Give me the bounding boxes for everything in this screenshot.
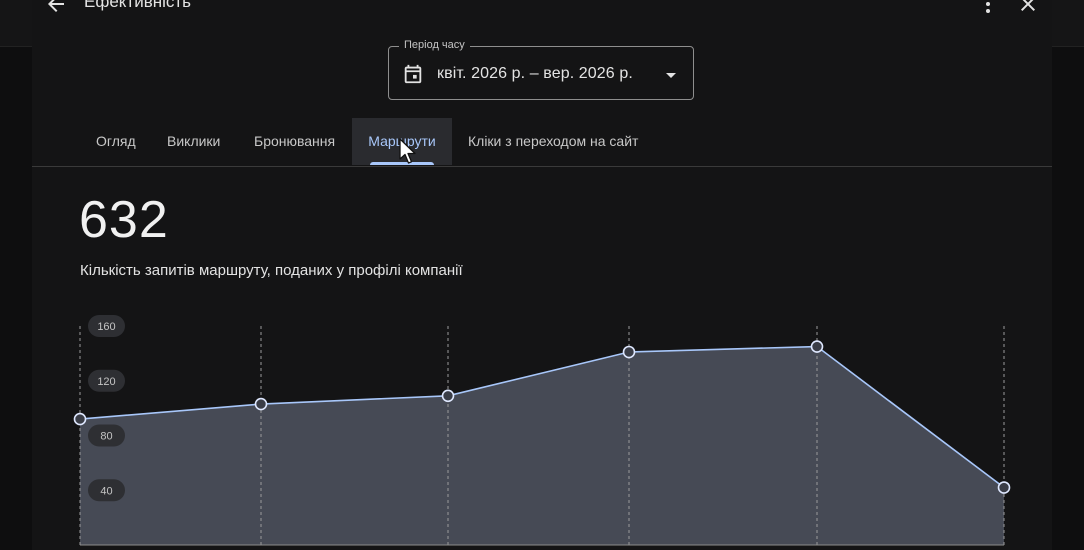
- tab-label: Бронювання: [254, 133, 336, 149]
- chart-data-point: [810, 340, 824, 353]
- tab-overview[interactable]: Огляд: [96, 118, 136, 165]
- period-label: Період часу: [399, 39, 470, 51]
- chart-data-point: [73, 412, 87, 426]
- calendar-icon: [404, 64, 422, 84]
- tab-label: Виклики: [167, 133, 221, 149]
- y-tick-pill: [88, 315, 125, 337]
- tab-label: Огляд: [96, 133, 136, 149]
- more-vert-icon[interactable]: [976, 0, 1000, 16]
- chart-data-point: [997, 481, 1011, 494]
- dialog-header: Ефективність: [32, 0, 1052, 20]
- metric-value: 632: [79, 191, 169, 249]
- tab-calls[interactable]: Виклики: [167, 118, 220, 165]
- y-tick-label: 80: [100, 431, 112, 443]
- arrow-left-icon[interactable]: [44, 0, 68, 16]
- tab-website-clicks[interactable]: Кліки з переходом на сайт: [468, 118, 638, 165]
- period-value: квіт. 2026 р. – вер. 2026 р.: [437, 65, 633, 82]
- metric-caption: Кількість запитів маршруту, поданих у пр…: [80, 262, 463, 279]
- tab-bookings[interactable]: Бронювання: [254, 118, 335, 165]
- tab-label: Кліки з переходом на сайт: [468, 133, 639, 149]
- chart-data-point: [254, 397, 268, 411]
- close-icon[interactable]: [1016, 0, 1040, 16]
- mouse-cursor-icon: [399, 138, 416, 164]
- chart-data-point: [622, 345, 636, 359]
- chart-area-fill: [80, 346, 1004, 545]
- chart-data-point: [441, 389, 455, 403]
- tab-bar: Огляд Виклики Бронювання Маршрути Кліки …: [32, 118, 1052, 167]
- period-select[interactable]: Період часу квіт. 2026 р. – вер. 2026 р.: [388, 39, 694, 100]
- dialog-title: Ефективність: [84, 0, 192, 11]
- chart-series-line: [79, 345, 1005, 489]
- performance-dialog: Ефективність Період часу квіт. 2026 р. –…: [32, 0, 1052, 550]
- y-tick-pill: [88, 369, 125, 392]
- y-tick-label: 120: [97, 376, 115, 388]
- y-tick-pill: [88, 424, 125, 447]
- caret-down-icon: [666, 73, 676, 78]
- y-tick-label: 40: [100, 485, 112, 497]
- y-tick-label: 160: [97, 321, 115, 333]
- y-tick-pill: [88, 479, 125, 502]
